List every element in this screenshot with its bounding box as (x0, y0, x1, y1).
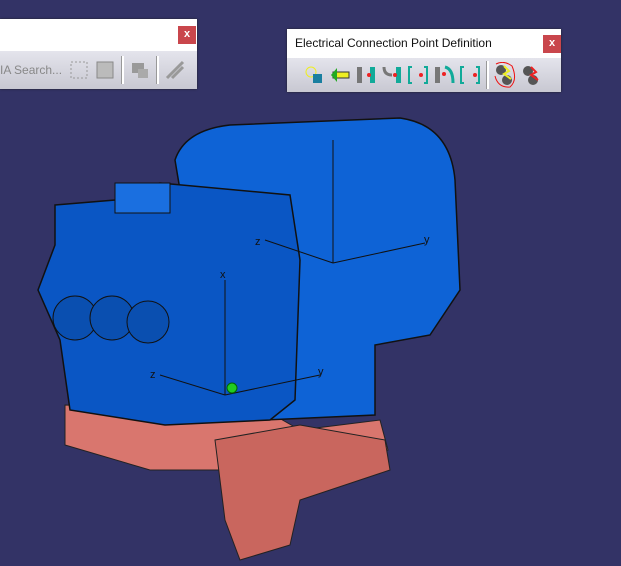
cavity-connection-icon[interactable] (353, 62, 379, 88)
save-icon[interactable] (92, 57, 118, 83)
axis-x-label: x (220, 269, 226, 281)
bracket-connection-icon[interactable] (405, 62, 431, 88)
connection-point-marker[interactable] (226, 382, 238, 394)
bundle-connection-icon[interactable] (379, 62, 405, 88)
define-connection-highlighted-icon[interactable] (492, 62, 518, 88)
arrow-insert-icon[interactable] (327, 62, 353, 88)
axis-y-label: y (318, 366, 324, 378)
clip (214, 424, 391, 561)
shapes-icon[interactable] (127, 57, 153, 83)
define-connection-alt-icon[interactable] (518, 62, 544, 88)
close-button[interactable]: x (543, 35, 561, 53)
axis-y-label-2: y (424, 234, 430, 246)
close-button[interactable]: x (178, 26, 196, 44)
shell-connection-icon[interactable] (431, 62, 457, 88)
bracket-point-icon[interactable] (457, 62, 483, 88)
connection-point-icon[interactable] (301, 62, 327, 88)
tree-icon[interactable] (66, 57, 92, 83)
axis-z-label-2: z (255, 236, 261, 248)
electrical-connection-point-toolbar: Electrical Connection Point Definition x (287, 29, 561, 92)
search-field[interactable]: IA Search... (0, 63, 66, 77)
axis-z-label: z (150, 369, 156, 381)
cavity-3 (126, 300, 170, 344)
latch (114, 182, 171, 214)
sketch-icon[interactable] (162, 57, 188, 83)
toolbar-title: Electrical Connection Point Definition (295, 36, 492, 50)
left-toolbar: x IA Search... (0, 19, 197, 89)
